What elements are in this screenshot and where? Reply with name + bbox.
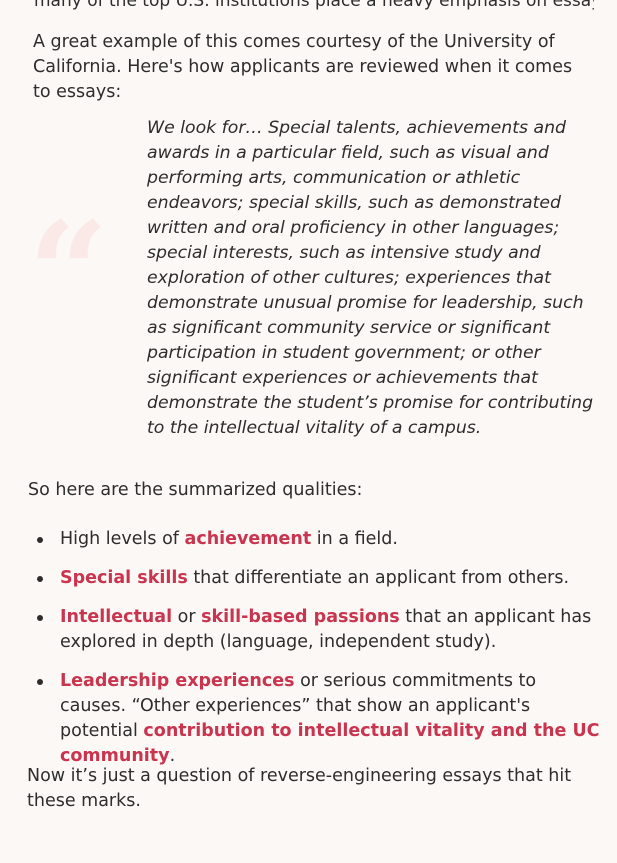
- list-item: Intellectual or skill-based passions tha…: [34, 605, 604, 655]
- bullet-text: High levels of: [60, 529, 185, 549]
- closing-paragraph: Now it’s just a question of reverse-engi…: [27, 766, 572, 811]
- list-item: High levels of achievement in a field.: [34, 527, 604, 552]
- highlight-special-skills: Special skills: [60, 568, 188, 588]
- bullet-text: that differentiate an applicant from oth…: [187, 568, 570, 588]
- bullet-text: or: [172, 607, 202, 627]
- highlight-achievement: achievement: [184, 529, 312, 549]
- summary-intro: So here are the summarized qualities:: [28, 480, 363, 500]
- previous-paragraph-fragment: many of the top U.S. institutions place …: [34, 0, 594, 11]
- university-quote: We look for… Special talents, achievemen…: [147, 118, 594, 438]
- quote-mark-icon: “: [28, 192, 109, 356]
- highlight-intellectual: Intellectual: [60, 607, 173, 627]
- qualities-list: High levels of achievement in a field. S…: [34, 527, 604, 783]
- bullet-text: .: [169, 746, 176, 766]
- bullet-text: in a field.: [311, 529, 398, 549]
- list-item: Leadership experiences or serious commit…: [34, 669, 604, 769]
- intro-paragraph: A great example of this comes courtesy o…: [33, 32, 573, 102]
- highlight-leadership: Leadership experiences: [60, 671, 295, 691]
- highlight-skill-based-passions: skill-based passions: [201, 607, 400, 627]
- list-item: Special skills that differentiate an app…: [34, 566, 604, 591]
